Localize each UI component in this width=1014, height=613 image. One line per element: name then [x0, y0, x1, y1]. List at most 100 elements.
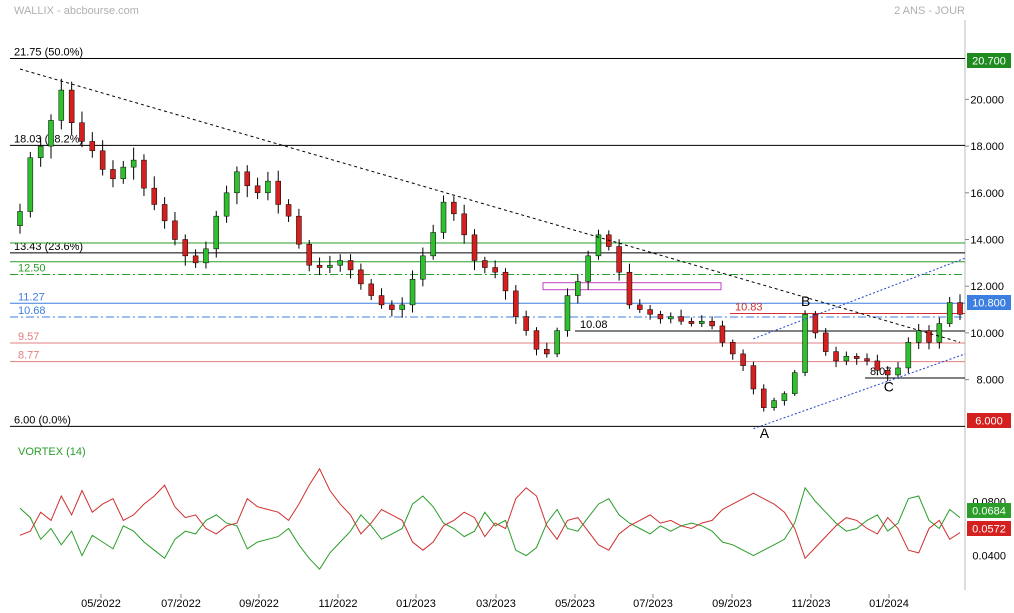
candle-body — [68, 89, 75, 123]
candle-body — [223, 192, 230, 217]
support-label-0: 10.08 — [580, 319, 608, 331]
candle-body — [27, 157, 34, 212]
x-tick-label-8: 09/2023 — [712, 598, 752, 610]
candle-body — [58, 89, 65, 121]
candle-body — [79, 122, 85, 142]
candle-body — [254, 185, 261, 194]
candle-body — [709, 320, 715, 327]
candle-body — [843, 356, 850, 362]
candle-body — [781, 393, 788, 401]
candle-body — [864, 358, 870, 362]
candle-body — [48, 120, 54, 147]
wave-label-c: C — [884, 378, 894, 394]
vortex-plus-tag: 0.0684 — [967, 503, 1011, 518]
price-pane: 21.75 (50.0%)18.03 (38.2%)13.43 (23.6%)6… — [10, 47, 1004, 441]
candle-body — [585, 255, 591, 282]
channel-lower-line — [753, 353, 966, 430]
channel-upper-line — [753, 257, 966, 340]
candle-body — [874, 360, 881, 371]
candle-body — [430, 232, 436, 257]
candle-body — [492, 267, 498, 273]
candle-body — [37, 145, 44, 159]
candle-body — [637, 304, 643, 310]
y-tick-label-3: 14.000 — [970, 235, 1004, 247]
level-label-1: 11.27 — [18, 291, 45, 303]
level-label-3: 9.57 — [18, 331, 39, 343]
candle-body — [141, 159, 147, 189]
candle-body — [389, 304, 395, 310]
candle-body — [110, 169, 116, 180]
candle-body — [461, 213, 467, 236]
candle-body — [17, 211, 23, 226]
candle-body — [554, 330, 560, 355]
candle-body — [626, 271, 633, 306]
candle-body — [337, 260, 343, 266]
candle-body — [182, 239, 189, 257]
last-price-value: 20.700 — [972, 56, 1006, 68]
candle-body — [275, 180, 281, 205]
candle-body — [451, 201, 457, 215]
level-label-0: 12.50 — [18, 263, 46, 275]
candle-body — [802, 313, 808, 373]
candle-body — [750, 365, 757, 390]
x-tick-label-10: 01/2024 — [869, 598, 909, 610]
x-tick-label-6: 05/2023 — [555, 598, 595, 610]
vortex-minus-line — [19, 467, 961, 560]
candle-body — [895, 367, 901, 376]
candle-body — [482, 260, 488, 268]
candle-body — [729, 342, 736, 355]
current-price-tag: 10.800 — [967, 295, 1011, 310]
candle-body — [347, 260, 354, 271]
x-tick-label-4: 01/2023 — [396, 598, 436, 610]
x-tick-label-3: 11/2022 — [319, 598, 358, 610]
candle-body — [760, 388, 767, 408]
fib-label-3: 6.00 (0.0%) — [14, 414, 71, 426]
candle-body — [833, 351, 839, 362]
candle-body — [285, 204, 292, 217]
x-tick-label-0: 05/2022 — [81, 598, 121, 610]
x-tick-label-2: 09/2022 — [239, 598, 279, 610]
y-tick-label-2: 16.000 — [970, 188, 1004, 200]
candle-body — [688, 320, 695, 324]
candle-body — [213, 215, 220, 250]
candle-body — [440, 201, 447, 233]
candle-body — [936, 323, 943, 343]
candle-body — [265, 180, 271, 194]
downtrend-line — [19, 68, 961, 343]
vortex-minus-value: 0.0572 — [972, 524, 1006, 536]
vortex-plus-value: 0.0684 — [972, 506, 1006, 518]
candle-body — [420, 255, 426, 280]
candle-body — [192, 255, 199, 264]
low-price-value: 6.000 — [975, 416, 1003, 428]
x-tick-label-1: 07/2022 — [161, 598, 201, 610]
low-price-tag: 6.000 — [967, 413, 1011, 428]
current-price-value: 10.800 — [972, 298, 1006, 310]
candle-body — [647, 309, 653, 315]
wave-label-b: B — [801, 293, 810, 309]
candle-body — [203, 248, 209, 264]
candle-body — [668, 316, 674, 320]
vortex-tick-label-1: 0.0400 — [972, 551, 1006, 563]
candle-body — [368, 283, 374, 296]
candle-body — [327, 264, 333, 268]
candle-body — [564, 295, 571, 331]
candle-body — [595, 234, 602, 257]
level-label-4: 8.77 — [18, 350, 39, 362]
candle-body — [409, 278, 416, 306]
candle-body — [316, 264, 323, 268]
chart-title: WALLIX - abcbourse.com — [14, 5, 139, 17]
candle-body — [306, 243, 312, 266]
candle-body — [502, 271, 509, 292]
candle-body — [719, 325, 726, 343]
y-tick-label-5: 10.000 — [970, 328, 1004, 340]
x-tick-label-7: 07/2023 — [633, 598, 673, 610]
x-tick-label-5: 03/2023 — [476, 598, 516, 610]
candle-body — [678, 316, 684, 322]
vortex-minus-tag: 0.0572 — [967, 521, 1011, 536]
x-tick-label-9: 11/2023 — [792, 598, 831, 610]
y-tick-label-0: 20.000 — [970, 94, 1004, 106]
candle-body — [89, 141, 96, 152]
candle-body — [99, 150, 106, 170]
candle-body — [234, 171, 240, 194]
candle-body — [657, 313, 664, 320]
